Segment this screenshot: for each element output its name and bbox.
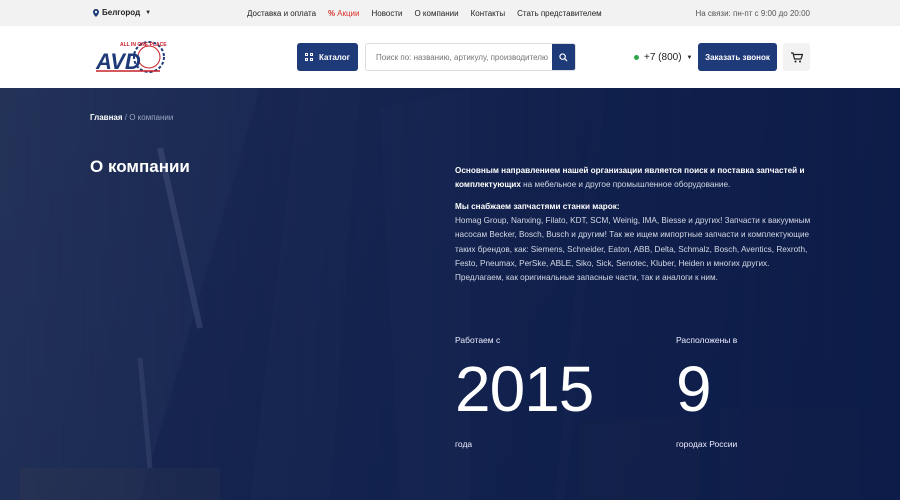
nav-promo[interactable]: % Акции	[328, 9, 359, 18]
working-hours: На связи: пн-пт с 9:00 до 20:00	[695, 9, 810, 18]
breadcrumb-home[interactable]: Главная	[90, 113, 123, 122]
stat-unit: городах России	[676, 439, 738, 449]
search-bar	[365, 43, 576, 71]
request-callback-button[interactable]: Заказать звонок	[698, 43, 777, 71]
logo-tagline: ALL IN ONE PLACE	[120, 42, 167, 48]
phone-number: +7 (800)	[644, 52, 682, 63]
page-title: О компании	[90, 157, 190, 176]
about-paragraph-2: Мы снабжаем запчастями станки марок: Homa…	[455, 200, 815, 286]
grid-icon	[305, 53, 313, 61]
avd-logo[interactable]: ALL IN ONE PLACE AVD	[94, 39, 170, 75]
about-p2-rest: Homag Group, Nanxing, Filato, KDT, SCM, …	[455, 216, 811, 283]
nav-become-partner[interactable]: Стать представителем	[517, 9, 602, 18]
city-selector[interactable]: Белгород ▼	[93, 8, 151, 17]
stat-label: Расположены в	[676, 335, 738, 345]
catalog-label: Каталог	[319, 52, 350, 62]
about-paragraph-1: Основным направлением нашей организации …	[455, 164, 815, 193]
stat-unit: года	[455, 439, 473, 449]
about-p1-rest: на мебельное и другое промышленное обору…	[520, 180, 731, 190]
catalog-button[interactable]: Каталог	[297, 43, 358, 71]
stat-cities: Расположены в 9 городах России	[676, 335, 737, 449]
location-pin-icon	[93, 8, 99, 17]
top-nav: Доставка и оплата % Акции Новости О компа…	[247, 9, 602, 18]
search-input[interactable]	[366, 44, 552, 70]
header: ALL IN ONE PLACE AVD Каталог +7 (800) ▼ …	[0, 26, 900, 88]
stat-value: 2015	[455, 353, 594, 425]
nav-promo-label: Акции	[337, 9, 360, 18]
stat-founded: Работаем с 2015 года	[455, 335, 594, 449]
about-text: Основным направлением нашей организации …	[455, 164, 815, 293]
about-hero: Главная / О компании О компании Основным…	[0, 88, 900, 500]
cart-button[interactable]	[783, 43, 810, 71]
top-bar: Белгород ▼ Доставка и оплата % Акции Ново…	[0, 0, 900, 26]
percent-icon: %	[328, 9, 336, 18]
nav-delivery[interactable]: Доставка и оплата	[247, 9, 316, 18]
nav-about[interactable]: О компании	[414, 9, 458, 18]
breadcrumb: Главная / О компании	[90, 113, 173, 122]
search-icon	[559, 52, 568, 62]
chevron-down-icon: ▼	[686, 54, 693, 61]
phone-dropdown[interactable]: +7 (800) ▼	[634, 52, 692, 63]
hero-overlay	[0, 88, 900, 500]
search-button[interactable]	[552, 44, 575, 70]
nav-news[interactable]: Новости	[372, 9, 403, 18]
cart-icon	[790, 51, 803, 62]
online-status-icon	[634, 55, 639, 60]
chevron-down-icon: ▼	[145, 9, 152, 16]
nav-contacts[interactable]: Контакты	[471, 9, 506, 18]
stat-label: Работаем с	[455, 335, 501, 345]
city-name: Белгород	[102, 8, 141, 17]
breadcrumb-current: О компании	[129, 113, 174, 122]
stat-value: 9	[676, 353, 712, 425]
about-p2-bold: Мы снабжаем запчастями станки марок:	[455, 201, 620, 211]
